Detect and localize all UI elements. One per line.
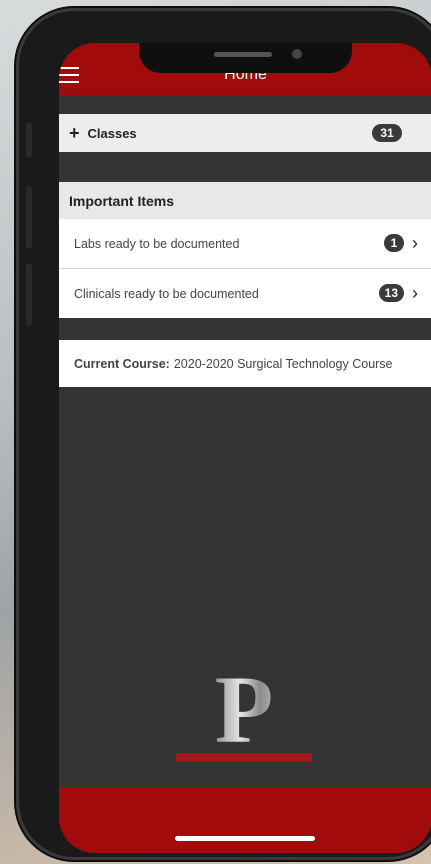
classes-label: Classes [87, 125, 137, 141]
volume-up-button [26, 186, 32, 248]
classes-row[interactable]: + Classes 31 [59, 114, 431, 152]
list-item-labs[interactable]: Labs ready to be documented 1 › [59, 219, 431, 268]
list-item-label: Clinicals ready to be documented [74, 286, 259, 301]
app-screen: Home + Classes 31 Important Items Labs r… [59, 43, 431, 853]
count-badge: 13 [378, 284, 404, 302]
device-notch [139, 43, 352, 73]
section-title: Important Items [69, 192, 175, 209]
front-camera [292, 49, 302, 59]
mute-switch [26, 123, 32, 157]
chevron-right-icon: › [412, 233, 418, 253]
important-items-header: Important Items [59, 182, 431, 219]
current-course-row[interactable]: Current Course: 2020-2020 Surgical Techn… [59, 340, 431, 387]
classes-count-badge: 31 [372, 124, 402, 142]
current-course-key: Current Course: [74, 356, 170, 371]
speaker-grille [214, 52, 272, 57]
brand-logo: P [176, 662, 312, 765]
home-indicator[interactable] [175, 836, 315, 841]
logo-letter: P [204, 662, 284, 758]
list-item-label: Labs ready to be documented [74, 236, 240, 251]
volume-down-button [26, 264, 32, 326]
count-badge: 1 [384, 234, 404, 252]
plus-icon[interactable]: + [69, 123, 80, 144]
chevron-right-icon: › [412, 283, 418, 303]
current-course-value: 2020-2020 Surgical Technology Course [173, 356, 393, 371]
logo-underline [176, 753, 312, 762]
list-item-clinicals[interactable]: Clinicals ready to be documented 13 › [59, 269, 431, 318]
phone-frame: Home + Classes 31 Important Items Labs r… [16, 8, 431, 860]
bottom-bar [59, 787, 431, 853]
